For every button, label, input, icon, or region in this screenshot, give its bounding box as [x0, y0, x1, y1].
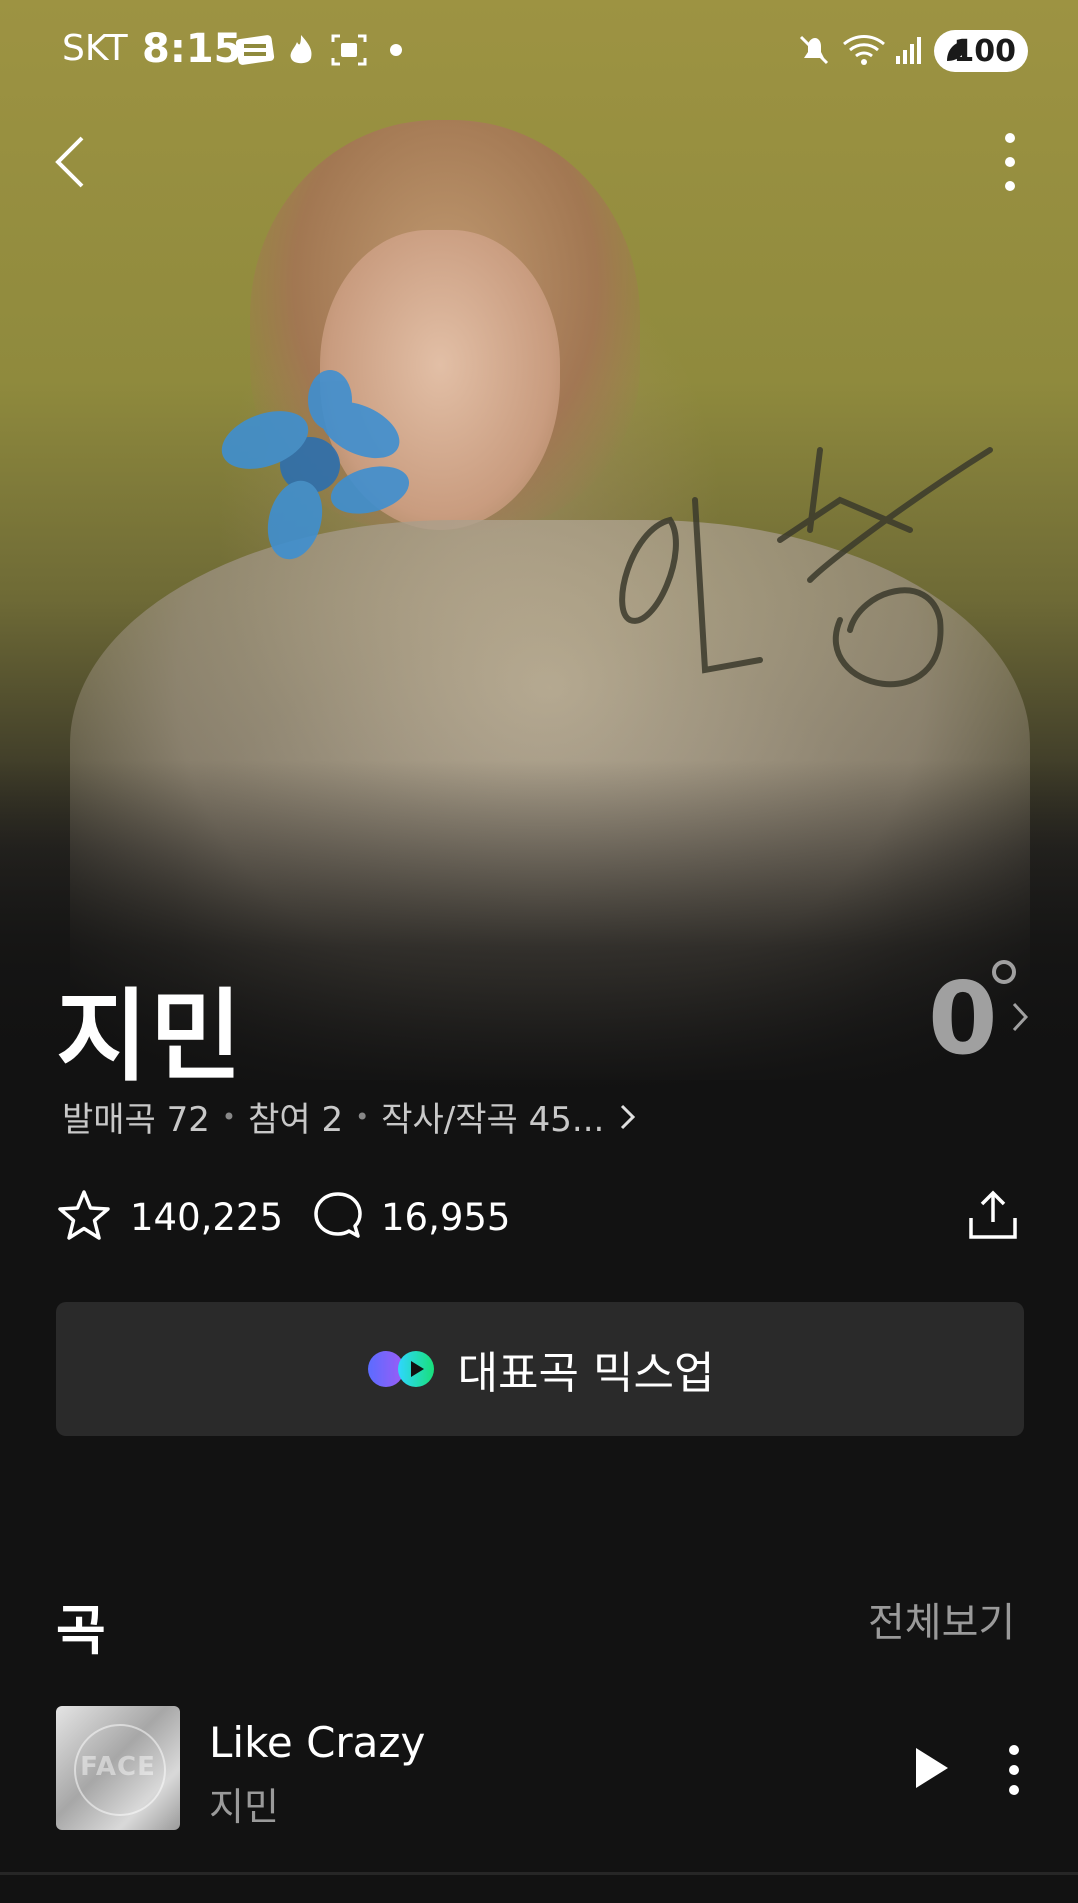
carrier-label: SKT: [62, 28, 128, 69]
album-art: FACE: [56, 1706, 180, 1830]
separator-dot: •: [355, 1102, 370, 1131]
artist-action-row: 140,225 16,955: [56, 1188, 1020, 1248]
back-chevron-icon[interactable]: [48, 130, 98, 194]
star-icon[interactable]: [56, 1188, 112, 1244]
fan-temperature[interactable]: 0: [928, 960, 998, 1077]
more-vertical-icon[interactable]: [990, 130, 1030, 194]
hero-photo-flower: [221, 370, 410, 560]
mixup-label: 대표곡 믹스업: [457, 1348, 715, 1399]
signal-icon: [896, 37, 921, 64]
bottom-divider: [0, 1872, 1078, 1875]
share-icon[interactable]: [966, 1188, 1020, 1242]
battery-leaf-icon: [947, 41, 967, 61]
album-art-text: FACE: [80, 1752, 156, 1782]
artist-stats-link[interactable]: 발매곡 72 • 참여 2 • 작사/작곡 45...: [62, 1092, 636, 1141]
flame-icon: [290, 35, 312, 64]
separator-dot: •: [221, 1102, 237, 1131]
status-clock: 8:15: [142, 26, 242, 72]
dot-icon: [390, 44, 402, 56]
artist-name: 지민: [56, 978, 244, 1095]
temperature-chevron-icon[interactable]: [1010, 1000, 1030, 1034]
degree-icon: [992, 960, 1016, 984]
songs-section-title: 곡: [56, 1599, 106, 1662]
like-count: 140,225: [130, 1196, 284, 1239]
chevron-right-icon: [621, 1104, 636, 1129]
comment-count: 16,955: [381, 1196, 511, 1239]
play-icon[interactable]: [912, 1744, 952, 1792]
mixup-button[interactable]: 대표곡 믹스업: [56, 1302, 1024, 1436]
song-more-icon[interactable]: [1006, 1742, 1022, 1798]
comment-icon[interactable]: [312, 1190, 364, 1242]
screenshot-icon: [331, 34, 367, 66]
status-bar: SKT 8:15 100: [0, 0, 1078, 100]
written-count: 작사/작곡 45...: [381, 1100, 605, 1140]
mixup-icon: [367, 1351, 434, 1387]
participated-count: 참여 2: [248, 1100, 344, 1140]
wifi-icon: [843, 35, 885, 65]
song-list-item[interactable]: FACE Like Crazy 지민: [56, 1706, 1024, 1830]
view-all-link[interactable]: 전체보기: [868, 1590, 1015, 1648]
hero-signature: [619, 447, 993, 688]
battery-indicator: 100: [934, 30, 1028, 72]
mute-icon: [799, 35, 829, 65]
webtoon-icon: [235, 35, 275, 65]
released-count: 발매곡 72: [62, 1100, 210, 1140]
song-artist: 지민: [209, 1785, 279, 1829]
song-title: Like Crazy: [209, 1718, 426, 1767]
